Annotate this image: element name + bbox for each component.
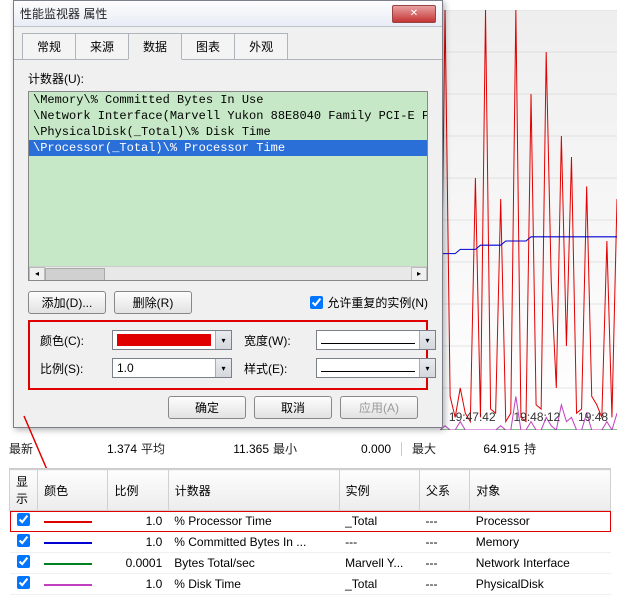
close-button[interactable]: ✕ [392,5,436,23]
counter-list-item[interactable]: \Network Interface(Marvell Yukon 88E8040… [29,108,427,124]
counters-table: 显示颜色比例计数器实例父系对象 1.0% Processor Time_Tota… [9,468,611,595]
counter-list-item[interactable]: \Memory\% Committed Bytes In Use [29,92,427,108]
allow-duplicates-input[interactable] [310,296,323,309]
chevron-down-icon: ▾ [215,331,231,349]
allow-duplicates-label: 允许重复的实例(N) [327,294,428,311]
width-preview [321,343,415,344]
table-row[interactable]: 1.0% Processor Time_Total---Processor [10,511,611,532]
series-color-line [44,584,92,586]
scroll-left-button[interactable]: ◂ [29,267,45,281]
style-preview [321,371,415,372]
apply-button[interactable]: 应用(A) [340,396,418,419]
tab-4[interactable]: 外观 [234,33,288,59]
style-label: 样式(E): [244,360,304,377]
chevron-down-icon: ▾ [419,359,435,377]
width-combobox[interactable]: ▾ [316,330,436,350]
scroll-thumb[interactable] [45,268,105,281]
column-header[interactable]: 显示 [10,470,38,511]
width-label: 宽度(W): [244,332,304,349]
scale-label: 比例(S): [40,360,100,377]
show-checkbox[interactable] [17,534,30,547]
add-button[interactable]: 添加(D)... [28,291,106,314]
data-tab-panel: 计数器(U): \Memory\% Committed Bytes In Use… [14,60,442,425]
scroll-right-button[interactable]: ▸ [411,267,427,281]
chart-x-axis: 19:47:42 19:48:12 19:48 [440,410,617,424]
chevron-down-icon: ▾ [215,359,231,377]
column-header[interactable]: 实例 [339,470,419,511]
allow-duplicates-checkbox[interactable]: 允许重复的实例(N) [310,294,428,311]
series-color-line [44,563,92,565]
latest-value: 1.374 [37,442,137,456]
table-row[interactable]: 1.0% Disk Time_Total---PhysicalDisk [10,574,611,595]
titlebar[interactable]: 性能监视器 属性 ✕ [14,1,442,27]
tick: 19:48:12 [513,410,560,424]
chevron-down-icon: ▾ [419,331,435,349]
counter-list-item[interactable]: \PhysicalDisk(_Total)\% Disk Time [29,124,427,140]
column-header[interactable]: 颜色 [38,470,108,511]
table-row[interactable]: 1.0% Committed Bytes In ...------Memory [10,532,611,553]
stats-bar: 最新 1.374 平均 11.365 最小 0.000 最大 64.915 持 [9,440,611,457]
counter-list-item[interactable]: \Processor(_Total)\% Processor Time [29,140,427,156]
table-row[interactable]: 0.0001Bytes Total/secMarvell Y...---Netw… [10,553,611,574]
show-checkbox[interactable] [17,555,30,568]
latest-label: 最新 [9,440,33,457]
column-header[interactable]: 比例 [108,470,168,511]
avg-label: 平均 [141,440,165,457]
min-label: 最小 [273,440,297,457]
column-header[interactable]: 计数器 [168,470,339,511]
counters-listbox[interactable]: \Memory\% Committed Bytes In Use\Network… [28,91,428,281]
tick: 19:48 [578,410,608,424]
tab-1[interactable]: 来源 [75,33,129,59]
style-combobox[interactable]: ▾ [316,358,436,378]
tick: 19:47:42 [449,410,496,424]
horizontal-scrollbar[interactable]: ◂ ▸ [29,266,427,281]
scale-combobox[interactable]: 1.0 ▾ [112,358,232,378]
properties-dialog: 性能监视器 属性 ✕ 常规来源数据图表外观 计数器(U): \Memory\% … [13,0,443,428]
perf-chart [440,10,617,430]
remove-button[interactable]: 删除(R) [114,291,192,314]
min-value: 0.000 [301,442,391,456]
scale-value: 1.0 [113,359,215,377]
max-value: 64.915 [440,442,520,456]
duration-label: 持 [524,440,536,457]
show-checkbox[interactable] [17,513,30,526]
color-label: 颜色(C): [40,332,100,349]
style-frame-highlighted: 颜色(C): ▾ 宽度(W): ▾ 比例(S): 1.0 ▾ 样式(E): [28,320,428,390]
tab-0[interactable]: 常规 [22,33,76,59]
counters-label: 计数器(U): [28,70,428,87]
tab-2[interactable]: 数据 [128,33,182,60]
color-swatch [117,334,211,346]
series-color-line [44,542,92,544]
scroll-track[interactable] [45,267,411,281]
ok-button[interactable]: 确定 [168,396,246,419]
color-combobox[interactable]: ▾ [112,330,232,350]
max-label: 最大 [412,440,436,457]
column-header[interactable]: 对象 [470,470,611,511]
tab-strip: 常规来源数据图表外观 [14,27,442,60]
avg-value: 11.365 [169,442,269,456]
cancel-button[interactable]: 取消 [254,396,332,419]
tab-3[interactable]: 图表 [181,33,235,59]
series-color-line [44,521,92,523]
dialog-title: 性能监视器 属性 [20,5,392,22]
column-header[interactable]: 父系 [420,470,470,511]
show-checkbox[interactable] [17,576,30,589]
